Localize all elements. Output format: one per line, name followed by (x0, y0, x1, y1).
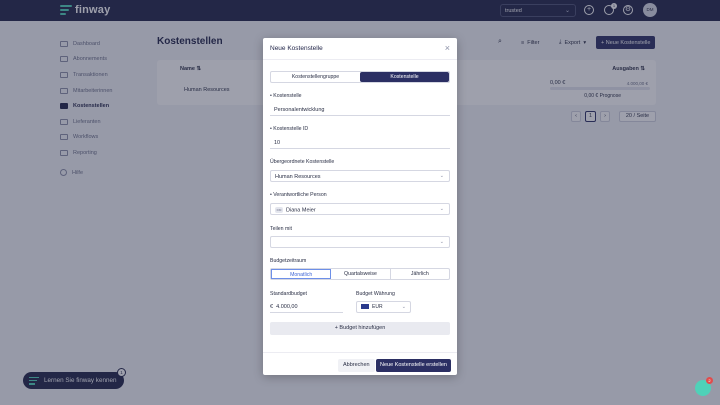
currency-select[interactable]: EUR ⌄ (356, 301, 411, 313)
budget-input[interactable]: € 4.000,00 (270, 301, 343, 313)
dialog-footer: Abbrechen Neue Kostenstelle erstellen (263, 352, 457, 375)
chevron-down-icon: ⌄ (401, 304, 406, 310)
create-cost-center-button[interactable]: Neue Kostenstelle erstellen (376, 359, 451, 372)
new-cost-center-dialog: Neue Kostenstelle × Kostenstellengruppe … (263, 38, 457, 375)
currency-symbol: € (270, 304, 274, 310)
id-input[interactable]: 10 (270, 137, 450, 149)
eu-flag-icon (361, 304, 369, 310)
period-yearly[interactable]: Jährlich (391, 269, 449, 279)
chevron-down-icon: ⌄ (439, 206, 444, 212)
chevron-down-icon: ⌄ (439, 239, 444, 245)
period-monthly[interactable]: Monatlich (271, 269, 332, 279)
period-label: Budgetzeitraum (270, 258, 307, 264)
name-input[interactable]: Personalentwicklung (270, 104, 450, 116)
tab-kostenstellengruppe[interactable]: Kostenstellengruppe (271, 72, 360, 82)
owner-label: • Verantwortliche Person (270, 192, 327, 198)
name-label: • Kostenstelle (270, 93, 302, 99)
parent-label: Übergeordnete Kostenstelle (270, 159, 335, 165)
tab-kostenstelle[interactable]: Kostenstelle (360, 72, 449, 82)
add-budget-button[interactable]: + Budget hinzufügen (270, 322, 450, 335)
close-icon[interactable]: × (445, 43, 450, 53)
share-select[interactable]: ⌄ (270, 236, 450, 248)
chat-badge: 2 (706, 377, 713, 384)
budget-label: Standardbudget (270, 291, 307, 297)
currency-label: Budget Währung (356, 291, 395, 297)
id-label: • Kostenstelle ID (270, 126, 309, 132)
period-toggle: Monatlich Quartalsweise Jährlich (270, 268, 450, 280)
type-toggle: Kostenstellengruppe Kostenstelle (270, 71, 450, 83)
chat-button[interactable]: 2 (695, 377, 713, 396)
parent-select[interactable]: Human Resources ⌄ (270, 170, 450, 182)
chevron-down-icon: ⌄ (439, 173, 444, 179)
dialog-header: Neue Kostenstelle × (263, 38, 457, 60)
share-label: Teilen mit (270, 226, 292, 232)
owner-select[interactable]: DM Diana Meier ⌄ (270, 203, 450, 215)
period-quarterly[interactable]: Quartalsweise (331, 269, 391, 279)
cancel-button[interactable]: Abbrechen (338, 359, 375, 372)
dialog-title: Neue Kostenstelle (270, 45, 323, 52)
avatar: DM (275, 207, 283, 213)
